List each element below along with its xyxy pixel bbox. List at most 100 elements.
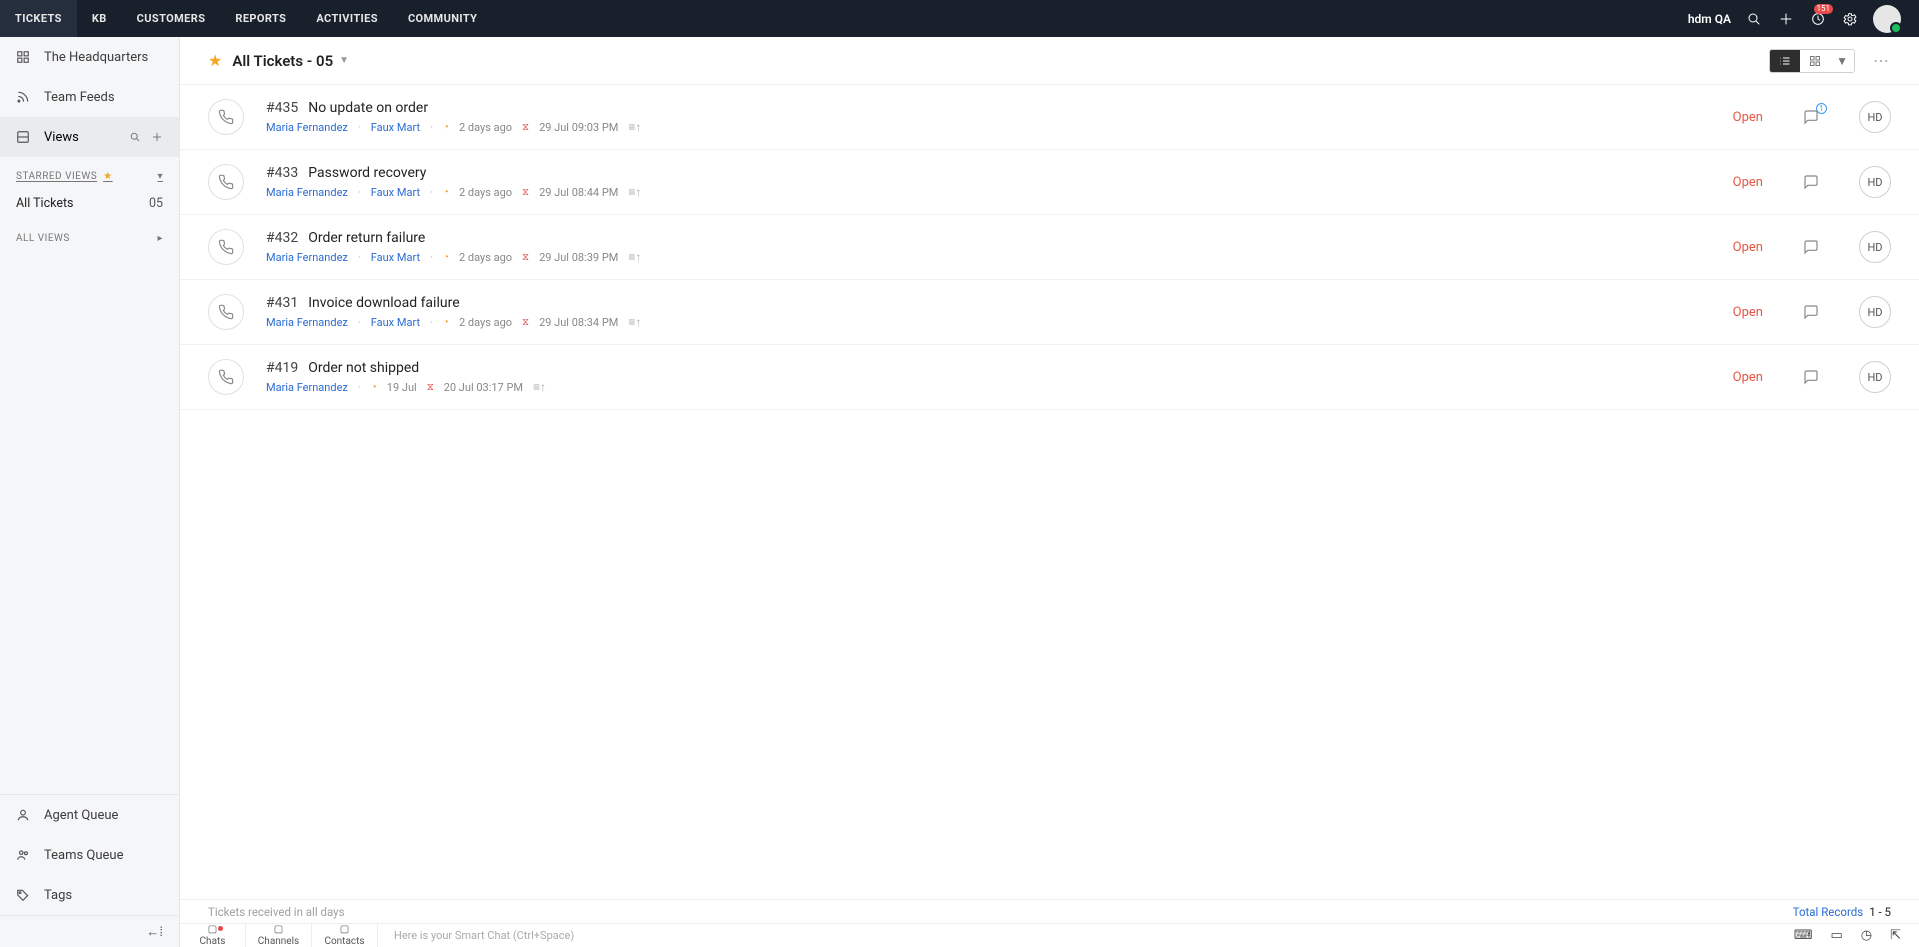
sidebar-item-label: The Headquarters: [44, 50, 148, 65]
user-name[interactable]: hdm QA: [1688, 12, 1731, 26]
smart-chat-input[interactable]: Here is your Smart Chat (Ctrl+Space): [378, 924, 1776, 947]
user-avatar[interactable]: [1873, 5, 1901, 33]
assignee-avatar[interactable]: HD: [1859, 361, 1891, 393]
ticket-row[interactable]: #431Invoice download failureMaria Fernan…: [180, 280, 1919, 345]
top-navbar: TICKETS KB CUSTOMERS REPORTS ACTIVITIES …: [0, 0, 1919, 37]
starred-view-all-tickets[interactable]: All Tickets 05: [0, 190, 179, 223]
ticket-comments[interactable]: [1803, 369, 1819, 385]
all-views-header[interactable]: ALL VIEWS ▸: [0, 223, 179, 254]
views-add-icon[interactable]: [151, 131, 163, 143]
ticket-row[interactable]: #435No update on orderMaria Fernandez·Fa…: [180, 85, 1919, 150]
sidebar-item-teams-queue[interactable]: Teams Queue: [0, 835, 179, 875]
star-icon[interactable]: ★: [208, 51, 222, 70]
chat-icon: [1803, 369, 1819, 385]
ticket-subject: Password recovery: [308, 165, 426, 181]
ticket-company[interactable]: Faux Mart: [371, 121, 420, 134]
view-dropdown-caret[interactable]: ▼: [339, 55, 349, 66]
keyboard-icon[interactable]: ⌨: [1794, 928, 1813, 943]
collapse-icon: ←⁞: [146, 924, 163, 940]
sidebar-item-label: Teams Queue: [44, 848, 124, 863]
view-mode-card[interactable]: [1800, 50, 1830, 72]
channel-icon: ▢: [274, 924, 283, 935]
assignee-avatar[interactable]: HD: [1859, 101, 1891, 133]
total-records-link[interactable]: Total Records: [1793, 905, 1864, 919]
ticket-status[interactable]: Open: [1733, 175, 1763, 190]
priority-icon: ≡↑: [628, 250, 641, 264]
collapse-sidebar-button[interactable]: ←⁞: [0, 915, 179, 947]
ticket-contact[interactable]: Maria Fernandez: [266, 251, 348, 264]
ticket-contact[interactable]: Maria Fernandez: [266, 121, 348, 134]
chat-tab-channels[interactable]: ▢ Channels: [246, 924, 312, 947]
ticket-age: 2 days ago: [459, 251, 512, 264]
view-mode-dropdown[interactable]: ▼: [1830, 50, 1854, 72]
ticket-company[interactable]: Faux Mart: [371, 251, 420, 264]
phone-icon: [218, 174, 234, 190]
ticket-comments[interactable]: [1803, 239, 1819, 255]
ticket-id: #431: [266, 295, 298, 311]
topnav-activities[interactable]: ACTIVITIES: [301, 0, 393, 37]
ticket-comments[interactable]: [1803, 174, 1819, 190]
ticket-row[interactable]: #419Order not shippedMaria Fernandez·◔19…: [180, 345, 1919, 410]
sidebar-item-feeds[interactable]: Team Feeds: [0, 77, 179, 117]
chat-unread-dot: [218, 926, 223, 931]
expand-icon[interactable]: ⇱: [1890, 928, 1901, 943]
hourglass-icon: ⧖: [427, 382, 434, 393]
assignee-avatar[interactable]: HD: [1859, 166, 1891, 198]
sidebar-item-label: Views: [44, 130, 79, 145]
ticket-comments[interactable]: 1: [1803, 109, 1819, 125]
sidebar-item-tags[interactable]: Tags: [0, 875, 179, 915]
sidebar-item-agent-queue[interactable]: Agent Queue: [0, 795, 179, 835]
ticket-age: 2 days ago: [459, 316, 512, 329]
chat-tab-label: Chats: [200, 936, 226, 947]
ticket-comments[interactable]: [1803, 304, 1819, 320]
record-range: 1 - 5: [1869, 905, 1891, 919]
ticket-status[interactable]: Open: [1733, 110, 1763, 125]
more-menu[interactable]: ⋯: [1873, 51, 1891, 70]
chat-icon: [1803, 304, 1819, 320]
clock-icon: ◔: [443, 122, 449, 133]
ticket-age: 2 days ago: [459, 121, 512, 134]
ticket-row[interactable]: #432Order return failureMaria Fernandez·…: [180, 215, 1919, 280]
assignee-avatar[interactable]: HD: [1859, 231, 1891, 263]
topnav-tickets[interactable]: TICKETS: [0, 0, 77, 37]
notification-icon[interactable]: 151: [1809, 10, 1827, 28]
gear-icon[interactable]: [1841, 10, 1859, 28]
ticket-status[interactable]: Open: [1733, 370, 1763, 385]
clock-icon: ◔: [371, 382, 377, 393]
topnav-kb[interactable]: KB: [77, 0, 122, 37]
sidebar-item-views[interactable]: Views: [0, 117, 179, 157]
ticket-status[interactable]: Open: [1733, 240, 1763, 255]
add-icon[interactable]: [1777, 10, 1795, 28]
all-views-label: ALL VIEWS: [16, 233, 70, 244]
clock-icon: ◔: [443, 252, 449, 263]
chat-icon: ▢: [208, 924, 217, 935]
person-icon: [16, 808, 32, 822]
ticket-company[interactable]: Faux Mart: [371, 186, 420, 199]
ticket-due: 20 Jul 03:17 PM: [444, 381, 523, 394]
topnav-reports[interactable]: REPORTS: [220, 0, 301, 37]
views-search-icon[interactable]: [129, 131, 141, 143]
chat-tab-chats[interactable]: ▢ Chats: [180, 924, 246, 947]
card-icon[interactable]: ▭: [1830, 928, 1842, 943]
hourglass-icon: ⧖: [522, 252, 529, 263]
ticket-contact[interactable]: Maria Fernandez: [266, 186, 348, 199]
ticket-contact[interactable]: Maria Fernandez: [266, 316, 348, 329]
contacts-icon: ▢: [340, 924, 349, 935]
topnav-community[interactable]: COMMUNITY: [393, 0, 492, 37]
search-icon[interactable]: [1745, 10, 1763, 28]
starred-views-header[interactable]: STARRED VIEWS ★ ▾: [0, 157, 179, 190]
channel-avatar: [208, 229, 244, 265]
ticket-company[interactable]: Faux Mart: [371, 316, 420, 329]
tag-icon: [16, 888, 32, 902]
clock-icon[interactable]: ◷: [1861, 928, 1872, 943]
assignee-avatar[interactable]: HD: [1859, 296, 1891, 328]
ticket-subject: No update on order: [308, 100, 428, 116]
ticket-contact[interactable]: Maria Fernandez: [266, 381, 348, 394]
view-mode-list[interactable]: [1770, 50, 1800, 72]
topnav-customers[interactable]: CUSTOMERS: [122, 0, 221, 37]
sidebar-item-hq[interactable]: The Headquarters: [0, 37, 179, 77]
ticket-row[interactable]: #433Password recoveryMaria Fernandez·Fau…: [180, 150, 1919, 215]
views-icon: [16, 130, 32, 144]
ticket-status[interactable]: Open: [1733, 305, 1763, 320]
chat-tab-contacts[interactable]: ▢ Contacts: [312, 924, 378, 947]
